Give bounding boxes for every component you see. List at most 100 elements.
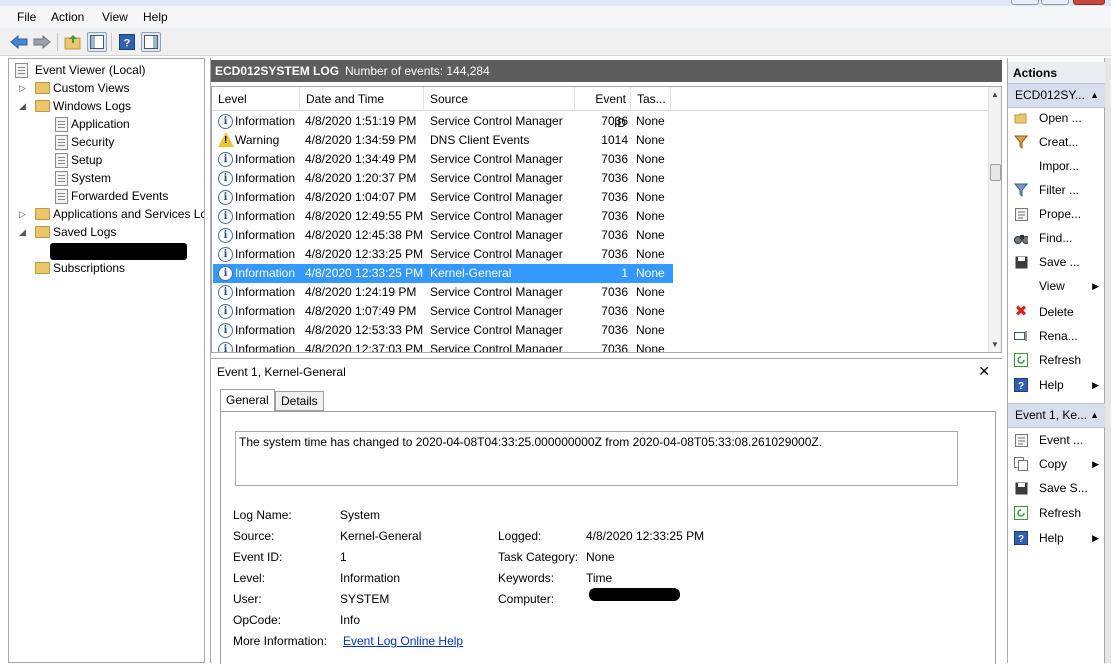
value-level[interactable]: Information [340, 571, 400, 585]
tab-details[interactable]: Details [275, 391, 324, 411]
event-row[interactable]: i Information 4/8/2020 1:24:19 PM Service C… [213, 283, 673, 302]
log-icon [55, 189, 68, 204]
event-row[interactable]: i Information 4/8/2020 12:37:03 PM Service … [213, 340, 673, 352]
collapse-section-icon[interactable]: ▲ [1090, 84, 1099, 107]
value-event-id[interactable]: 1 [340, 550, 347, 564]
value-task-category[interactable]: None [586, 550, 615, 564]
grid-scrollbar[interactable]: ▲ ▼ [988, 87, 1001, 352]
event-row[interactable]: i Information 4/8/2020 1:07:49 PM Service C… [213, 302, 673, 321]
action-properties[interactable]: Prope... [1008, 202, 1105, 226]
log-icon [55, 135, 68, 150]
collapse-arrow-icon[interactable]: ◢ [19, 223, 29, 241]
expand-arrow-icon[interactable]: ▷ [19, 205, 29, 223]
action-refresh-event[interactable]: Refresh [1008, 501, 1105, 525]
event-row[interactable]: i Information 4/8/2020 1:34:49 PM Service C… [213, 150, 673, 169]
back-icon[interactable] [9, 32, 29, 52]
event-task: None [636, 247, 665, 261]
actions-section-log[interactable]: ECD012SY... ▲ [1008, 83, 1105, 108]
event-source: Kernel-General [430, 266, 512, 280]
maximize-button[interactable] [1041, 0, 1069, 5]
value-user[interactable]: SYSTEM [340, 592, 389, 606]
up-folder-icon[interactable] [63, 32, 83, 52]
event-task: None [636, 190, 665, 204]
event-row[interactable]: i Information 4/8/2020 12:45:38 PM Service … [213, 226, 673, 245]
menu-file[interactable]: File [17, 10, 36, 24]
forward-icon[interactable] [32, 32, 52, 52]
action-rename[interactable]: Rena... [1008, 324, 1105, 348]
minimize-button[interactable] [1011, 0, 1039, 5]
column-header-source[interactable]: Source [424, 87, 575, 111]
event-date: 4/8/2020 1:34:49 PM [305, 152, 417, 166]
event-log-online-help-link[interactable]: Event Log Online Help [343, 634, 463, 648]
event-id: 7036 [601, 228, 628, 242]
action-create-custom-view[interactable]: Creat... [1008, 130, 1105, 154]
action-help[interactable]: ? Help ▶ [1008, 373, 1105, 397]
event-row[interactable]: i Information 4/8/2020 12:53:33 PM Service … [213, 321, 673, 340]
action-find[interactable]: Find... [1008, 226, 1105, 250]
log-name: ECD012SYSTEM LOG [215, 64, 340, 78]
collapse-section-icon[interactable]: ▲ [1090, 404, 1099, 427]
event-row[interactable]: i Information 4/8/2020 1:20:37 PM Service C… [213, 169, 673, 188]
expand-arrow-icon[interactable]: ▷ [19, 79, 29, 97]
subscriptions-icon [35, 262, 50, 274]
action-filter[interactable]: Filter ... [1008, 178, 1105, 202]
refresh-icon [1014, 353, 1028, 367]
column-header-date[interactable]: Date and Time [300, 87, 424, 111]
information-icon: i [218, 114, 233, 129]
event-date: 4/8/2020 12:45:38 PM [305, 228, 424, 242]
action-event-properties[interactable]: Event ... [1008, 428, 1105, 452]
event-grid: Level Date and Time Source Event ID Tas.… [211, 86, 1002, 353]
action-save-selected[interactable]: Save S... [1008, 476, 1105, 500]
submenu-arrow-icon: ▶ [1092, 281, 1099, 291]
event-row[interactable]: ! Warning 4/8/2020 1:34:59 PM DNS Client Ev… [213, 131, 673, 150]
information-icon: i [218, 228, 233, 243]
close-window-button[interactable] [1073, 0, 1105, 5]
value-log-name[interactable]: System [340, 508, 380, 522]
menu-action[interactable]: Action [51, 10, 84, 24]
event-source: Service Control Manager [430, 247, 563, 261]
close-icon[interactable]: ✕ [978, 363, 990, 380]
event-id: 7036 [601, 285, 628, 299]
help-icon[interactable]: ? [117, 32, 137, 52]
value-opcode[interactable]: Info [340, 613, 360, 627]
menu-help[interactable]: Help [143, 10, 168, 24]
redacted-saved-log[interactable] [50, 243, 187, 260]
scroll-down-icon[interactable]: ▼ [991, 340, 999, 349]
event-row[interactable]: i Information 4/8/2020 12:49:55 PM Service … [213, 207, 673, 226]
action-open[interactable]: Open ... [1008, 106, 1105, 130]
event-row[interactable]: i Information 4/8/2020 1:04:07 PM Service C… [213, 188, 673, 207]
show-hide-tree-icon[interactable] [87, 32, 107, 52]
value-keywords[interactable]: Time [586, 571, 612, 585]
event-source: Service Control Manager [430, 323, 563, 337]
value-source[interactable]: Kernel-General [340, 529, 421, 543]
column-header-level[interactable]: Level [212, 87, 300, 111]
scroll-thumb[interactable] [990, 164, 1001, 181]
tab-general[interactable]: General [220, 389, 275, 412]
information-icon: i [218, 266, 233, 281]
event-row[interactable]: i Information 4/8/2020 12:33:25 PM Service … [213, 245, 673, 264]
action-import-custom-view[interactable]: Impor... [1008, 154, 1105, 178]
column-header-task[interactable]: Tas... [631, 87, 671, 111]
action-delete[interactable]: ✖ Delete [1008, 300, 1105, 324]
scroll-up-icon[interactable]: ▲ [991, 90, 999, 99]
action-copy[interactable]: Copy ▶ [1008, 452, 1105, 476]
actions-section-event[interactable]: Event 1, Ke... ▲ [1008, 403, 1105, 428]
show-hide-action-pane-icon[interactable] [141, 32, 161, 52]
value-logged[interactable]: 4/8/2020 12:33:25 PM [586, 529, 704, 543]
action-help-event[interactable]: ? Help ▶ [1008, 526, 1105, 550]
event-id: 7036 [601, 171, 628, 185]
event-row[interactable]: i Information 4/8/2020 12:33:25 PM Kernel-G… [213, 264, 673, 283]
label-keywords: Keywords: [498, 571, 555, 585]
action-refresh[interactable]: Refresh [1008, 348, 1105, 372]
action-save[interactable]: Save ... [1008, 250, 1105, 274]
event-source: Service Control Manager [430, 228, 563, 242]
event-source: Service Control Manager [430, 304, 563, 318]
column-header-event-id[interactable]: Event ID [575, 87, 631, 130]
event-date: 4/8/2020 1:34:59 PM [305, 133, 417, 147]
menu-view[interactable]: View [102, 10, 128, 24]
event-row[interactable]: i Information 4/8/2020 1:51:19 PM Service C… [213, 112, 673, 131]
action-view[interactable]: View ▶ [1008, 274, 1105, 298]
collapse-arrow-icon[interactable]: ◢ [19, 97, 29, 115]
event-message[interactable]: The system time has changed to 2020-04-0… [235, 431, 958, 486]
event-level: Warning [235, 133, 280, 147]
